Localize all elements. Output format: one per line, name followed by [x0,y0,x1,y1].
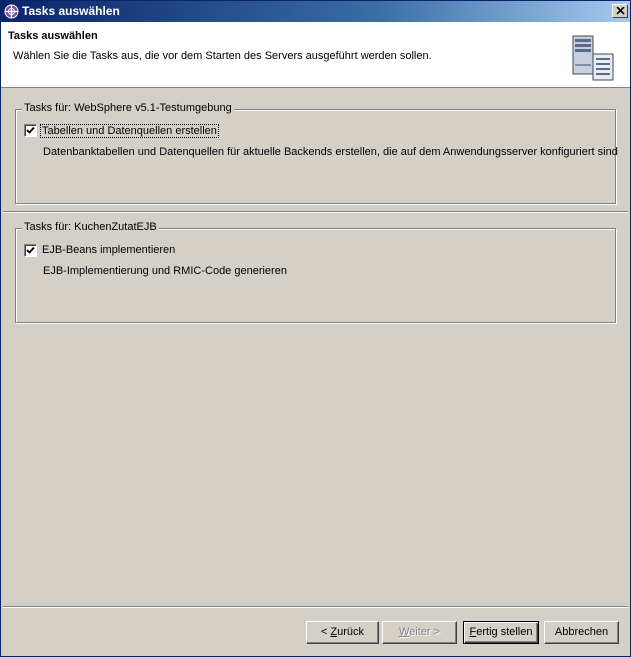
task-checkbox-create-tables[interactable] [24,124,37,137]
next-button[interactable]: Weiter > [382,621,457,644]
page-title: Tasks auswählen [8,30,98,42]
cancel-button[interactable]: Abbrechen [544,621,619,644]
close-button[interactable] [612,4,628,18]
finish-button[interactable]: Fertig stellen [463,621,539,644]
task-label-create-tables[interactable]: Tabellen und Datenquellen erstellen [40,124,219,138]
task-description: Datenbanktabellen und Datenquellen für a… [43,146,618,158]
title-bar[interactable]: Tasks auswählen [1,1,630,22]
wizard-banner: Tasks auswählen Wählen Sie die Tasks aus… [1,22,630,88]
close-icon [616,7,625,15]
task-description: EJB-Implementierung und RMIC-Code generi… [43,265,287,277]
separator [3,211,628,213]
checkmark-icon [26,126,35,134]
group-legend: Tasks für: KuchenZutatEJB [22,221,159,233]
server-icon [571,34,616,82]
window-title: Tasks auswählen [22,4,120,18]
task-checkbox-deploy-ejb[interactable] [24,244,37,257]
checkmark-icon [26,246,35,254]
button-bar-separator [3,606,628,608]
app-icon [4,4,19,19]
back-button[interactable]: < Zurück [306,621,379,644]
task-label-deploy-ejb[interactable]: EJB-Beans implementieren [42,244,175,256]
dialog-window: Tasks auswählen Tasks auswählen Wählen S… [0,0,631,657]
page-description: Wählen Sie die Tasks aus, die vor dem St… [13,50,432,62]
group-legend: Tasks für: WebSphere v5.1-Testumgebung [22,102,234,114]
